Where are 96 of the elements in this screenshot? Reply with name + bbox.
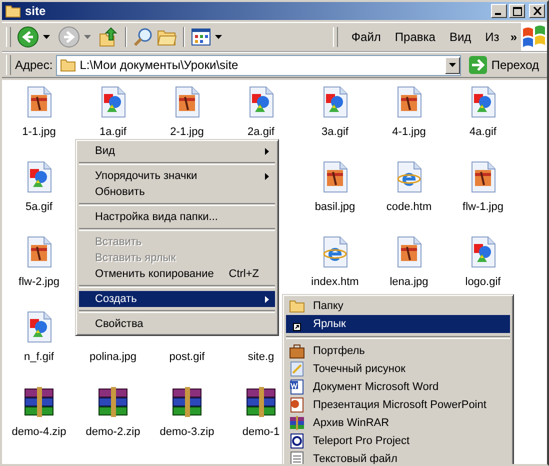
file-name[interactable]: demo-1 [242, 426, 280, 438]
word-icon [289, 379, 305, 395]
submenu-arrow-icon [265, 148, 269, 154]
file-name[interactable]: demo-4.zip [12, 426, 66, 438]
archive-icon [245, 386, 277, 418]
picture-file-icon [25, 236, 53, 268]
go-button[interactable]: Переход [461, 56, 543, 74]
chevron-button[interactable]: » [506, 30, 521, 44]
winrar-icon [289, 415, 305, 431]
shapes-file-icon [469, 236, 497, 268]
file-name[interactable]: polina.jpg [89, 351, 137, 363]
menu-item[interactable]: Отменить копирование Ctrl+Z [79, 266, 275, 282]
file-name[interactable]: demo-3.zip [160, 426, 214, 438]
menu-item[interactable]: Из [478, 30, 506, 44]
file-name[interactable]: flw-2.jpg [18, 276, 60, 288]
archive-icon [97, 386, 129, 418]
text-icon [289, 451, 305, 464]
file-name[interactable]: post.gif [169, 351, 205, 363]
menu-item[interactable]: Обновить [79, 184, 275, 200]
file-name[interactable]: 4-1.jpg [392, 126, 426, 138]
picture-file-icon [173, 86, 201, 118]
menu-item[interactable]: Вид [79, 143, 275, 159]
teleport-icon [289, 433, 305, 449]
file-name[interactable]: basil.jpg [314, 201, 356, 213]
briefcase-icon [289, 343, 305, 359]
web-page-icon [321, 236, 349, 268]
shapes-file-icon [25, 311, 53, 343]
minimize-button[interactable] [491, 4, 507, 18]
views-icon[interactable] [191, 28, 211, 46]
menu-item[interactable]: Создать [79, 291, 275, 307]
powerpoint-icon [289, 397, 305, 413]
file-name[interactable]: 1-1.jpg [22, 126, 56, 138]
folder-icon [60, 58, 76, 72]
picture-file-icon [395, 236, 423, 268]
address-label: Адрес: [15, 58, 53, 72]
menu-item[interactable]: Упорядочить значки [79, 168, 275, 184]
menu-item[interactable]: Папку [286, 297, 510, 315]
file-name[interactable]: index.htm [311, 276, 359, 288]
shapes-file-icon [99, 86, 127, 118]
file-name[interactable]: code.htm [386, 201, 432, 213]
menu-item[interactable]: Файл [344, 30, 388, 44]
picture-file-icon [469, 161, 497, 193]
search-icon[interactable] [133, 27, 153, 47]
archive-icon [171, 386, 203, 418]
file-name[interactable]: demo-2.zip [86, 426, 140, 438]
caret-icon [449, 63, 456, 67]
menu-item[interactable]: Документ Microsoft Word [286, 378, 510, 396]
up-folder-icon[interactable] [99, 27, 119, 47]
file-name[interactable]: logo.gif [465, 276, 501, 288]
file-name[interactable]: 2a.gif [248, 126, 274, 138]
address-field[interactable]: L:\Мои документы\Уроки\site [56, 54, 462, 76]
menu-item[interactable]: Точечный рисунок [286, 360, 510, 378]
menu-item[interactable]: Свойства [79, 316, 275, 332]
file-name[interactable]: lena.jpg [390, 276, 428, 288]
shapes-file-icon [247, 86, 275, 118]
menu-item[interactable]: Настройка вида папки... [79, 209, 275, 225]
dropdown-button[interactable] [445, 56, 460, 74]
back-icon[interactable] [17, 26, 39, 48]
menu-item[interactable]: Презентация Microsoft PowerPoint [286, 396, 510, 414]
file-name[interactable]: 2-1.jpg [170, 126, 204, 138]
file-name[interactable]: 1a.gif [100, 126, 126, 138]
maximize-button[interactable] [509, 4, 525, 18]
web-page-icon [395, 161, 423, 193]
file-name[interactable]: n_f.gif [24, 351, 54, 363]
bitmap-icon [289, 361, 305, 377]
shapes-file-icon [321, 86, 349, 118]
file-name[interactable]: flw-1.jpg [462, 201, 504, 213]
menu-item[interactable]: Портфель [286, 342, 510, 360]
file-name[interactable]: site.g [248, 351, 274, 363]
maximize-icon [512, 6, 522, 16]
menu-item[interactable]: Teleport Pro Project [286, 432, 510, 450]
picture-file-icon [395, 86, 423, 118]
file-name[interactable]: 4a.gif [470, 126, 496, 138]
menu-item[interactable]: Архив WinRAR [286, 414, 510, 432]
menu-item[interactable]: Ярлык [286, 315, 510, 333]
archive-icon [23, 386, 55, 418]
picture-file-icon [321, 161, 349, 193]
picture-file-icon [25, 86, 53, 118]
arrow-icon [469, 56, 488, 74]
menu-item[interactable]: Вид [442, 30, 478, 44]
caret-icon[interactable] [43, 35, 50, 39]
submenu-arrow-icon [265, 296, 269, 302]
menu-item[interactable]: Текстовый файл [286, 450, 510, 464]
close-button[interactable] [529, 4, 545, 18]
menu-item[interactable]: Правка [388, 30, 442, 44]
forward-icon[interactable] [58, 26, 80, 48]
close-icon [532, 7, 542, 15]
shapes-file-icon [469, 86, 497, 118]
file-name[interactable]: 5a.gif [26, 201, 52, 213]
shapes-file-icon [25, 161, 53, 193]
folder-icon [5, 4, 21, 18]
submenu-arrow-icon [265, 172, 269, 180]
caret-icon[interactable] [215, 35, 222, 39]
file-name[interactable]: 3a.gif [322, 126, 348, 138]
shortcut-icon [293, 322, 301, 330]
window-title: site [25, 4, 46, 18]
